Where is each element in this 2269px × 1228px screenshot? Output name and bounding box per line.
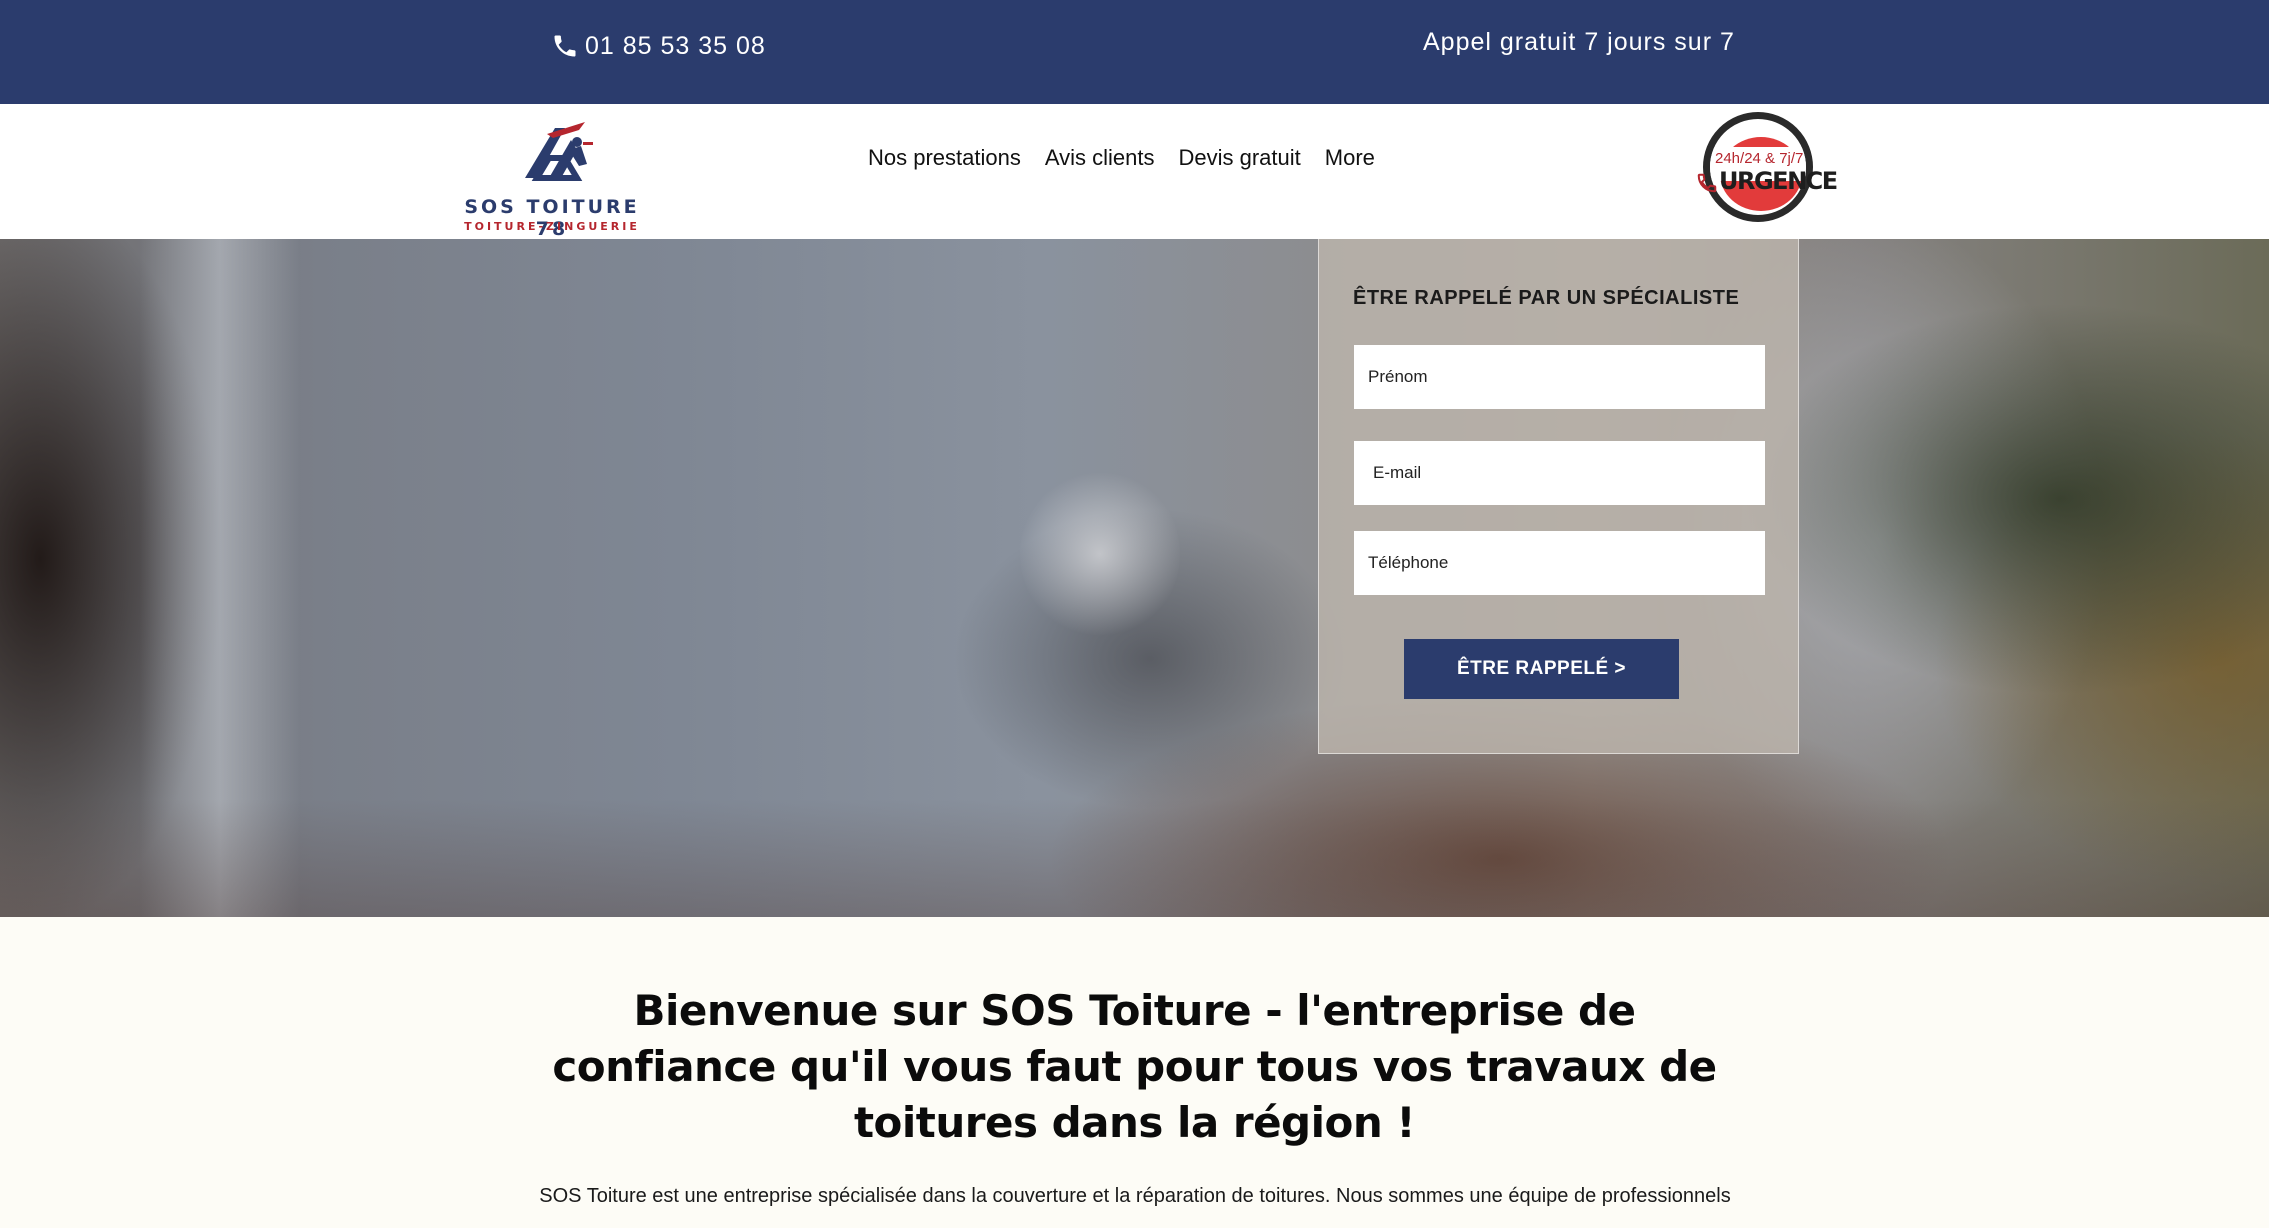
email-input[interactable] <box>1354 441 1765 505</box>
callback-submit-button[interactable]: ÊTRE RAPPELÉ > <box>1404 639 1679 699</box>
callback-form-title: ÊTRE RAPPELÉ PAR UN SPÉCIALISTE <box>1353 287 1740 309</box>
urgence-label: URGENCE <box>1719 167 1838 195</box>
welcome-section: Bienvenue sur SOS Toiture - l'entreprise… <box>0 917 2269 1228</box>
main-nav: Nos prestations Avis clients Devis gratu… <box>868 138 1387 178</box>
free-call-text: Appel gratuit 7 jours sur 7 <box>1423 28 1735 56</box>
urgence-badge[interactable]: 24h/24 & 7j/7 URGENCE <box>1693 112 1838 228</box>
logo-subtitle: TOITURE-ZINGUERIE <box>464 220 640 233</box>
logo[interactable]: SOS TOITURE 78 TOITURE-ZINGUERIE <box>447 120 657 240</box>
hero-background-glow <box>1020 469 1180 639</box>
hero-background-shade <box>0 799 2269 917</box>
logo-name: SOS TOITURE 78 <box>464 196 640 240</box>
hero-section: ÊTRE RAPPELÉ PAR UN SPÉCIALISTE ÊTRE RAP… <box>0 239 2269 917</box>
phone-number: 01 85 53 35 08 <box>585 31 766 60</box>
site-header: SOS TOITURE 78 TOITURE-ZINGUERIE Nos pre… <box>0 104 2269 240</box>
nav-item-devis-gratuit[interactable]: Devis gratuit <box>1167 138 1313 178</box>
nav-item-avis-clients[interactable]: Avis clients <box>1033 138 1167 178</box>
phone-input[interactable] <box>1354 531 1765 595</box>
welcome-heading: Bienvenue sur SOS Toiture - l'entreprise… <box>552 986 1717 1147</box>
urgence-hours: 24h/24 & 7j/7 <box>1715 150 1804 167</box>
top-contact-bar: 01 85 53 35 08 Appel gratuit 7 jours sur… <box>0 0 2269 104</box>
first-name-input[interactable] <box>1354 345 1765 409</box>
phone-icon <box>554 35 576 57</box>
phone-link[interactable]: 01 85 53 35 08 <box>551 26 766 66</box>
callback-form: ÊTRE RAPPELÉ PAR UN SPÉCIALISTE ÊTRE RAP… <box>1318 239 1799 754</box>
roof-logo-icon <box>525 122 593 181</box>
nav-item-more[interactable]: More <box>1313 138 1387 178</box>
nav-item-prestations[interactable]: Nos prestations <box>868 138 1033 178</box>
phone-icon <box>1697 173 1717 193</box>
welcome-intro: SOS Toiture est une entreprise spécialis… <box>539 1185 1731 1207</box>
